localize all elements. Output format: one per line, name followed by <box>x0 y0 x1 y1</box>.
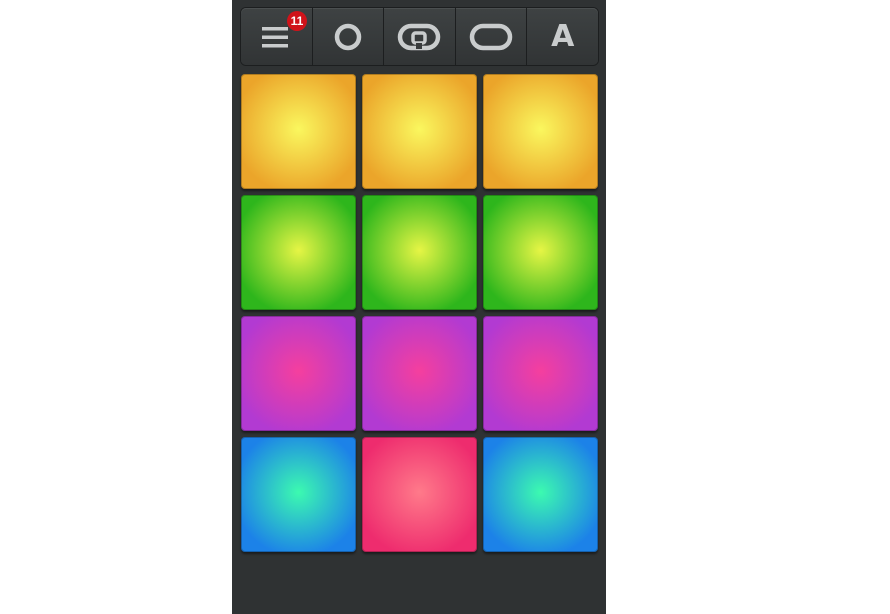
drum-pad-r2-c1[interactable] <box>241 195 356 310</box>
drum-pad-r4-c3[interactable] <box>483 437 598 552</box>
drum-pad-r2-c3[interactable] <box>483 195 598 310</box>
record-icon <box>333 22 363 52</box>
loop-outline-icon <box>469 22 513 52</box>
drum-pad-r3-c1[interactable] <box>241 316 356 431</box>
record-button[interactable] <box>312 8 385 65</box>
drum-pad-r1-c3[interactable] <box>483 74 598 189</box>
drum-pad-r4-c1[interactable] <box>241 437 356 552</box>
a-button[interactable]: A <box>527 8 598 65</box>
pad-grid <box>241 74 598 552</box>
drum-pad-r2-c2[interactable] <box>362 195 477 310</box>
menu-button[interactable]: 11 <box>241 8 313 65</box>
letter-a-icon: A <box>551 18 575 54</box>
drum-pad-r1-c2[interactable] <box>362 74 477 189</box>
drum-pad-r3-c2[interactable] <box>362 316 477 431</box>
menu-icon <box>261 24 291 50</box>
notification-badge: 11 <box>287 11 307 31</box>
drum-pad-r1-c1[interactable] <box>241 74 356 189</box>
loop-icon <box>397 22 441 52</box>
loop-outline-button[interactable] <box>455 8 528 65</box>
loop-button[interactable] <box>384 8 456 65</box>
drum-pad-r4-c2[interactable] <box>362 437 477 552</box>
drum-pad-r3-c3[interactable] <box>483 316 598 431</box>
top-toolbar: 11 A <box>241 8 598 65</box>
drum-pad-app: 11 A <box>232 0 606 614</box>
